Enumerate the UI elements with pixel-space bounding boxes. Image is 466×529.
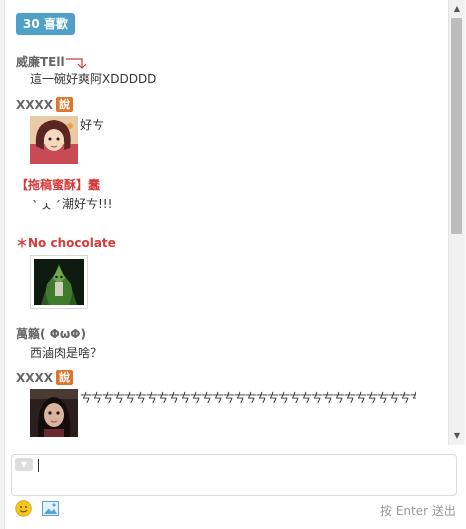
message-text: 潮好ㄘ!!! [62,197,113,211]
smiley-icon[interactable] [15,500,32,517]
image-icon[interactable] [42,501,59,516]
scrollbar[interactable]: ▲ ▼ [448,0,465,445]
send-hint: 按 Enter 送出 [380,504,456,518]
chevron-down-icon[interactable]: ▼ [15,458,33,471]
message-text: 西滷肉是啥？ [30,346,103,360]
scroll-down-icon[interactable]: ▼ [449,430,465,442]
image-thumbnail[interactable] [30,255,88,309]
reply-arrow-icon [66,58,87,69]
message-text: 這一碗好爽阿XDDDDD [30,72,157,86]
message-text: ㄘㄘㄘㄘㄘㄘㄘㄘㄘㄘㄘㄘㄘㄘㄘㄘㄘㄘㄘㄘㄘㄘㄘㄘㄘㄘㄘㄘㄘㄘㄘㄘㄘㄘㄘㄘㄘㄘㄘㄘ… [80,391,416,405]
message-author[interactable]: 威廉TEll [16,53,65,70]
message-author[interactable]: ＊No chocolate [16,234,116,251]
scroll-thumb[interactable] [451,18,462,234]
author-name[interactable]: XXXX [16,98,53,112]
author-name[interactable]: 【拖稿蜜酥】蠢 [16,178,100,192]
chat-panel: 30 喜歡 威廉TEll 這一碗好爽阿XDDDDD XXXX 說 好ㄘ 【拖稿蜜… [0,0,466,529]
say-tag: 說 [56,370,74,385]
cell-figure-image [34,259,84,305]
likes-badge[interactable]: 30 喜歡 [16,13,75,35]
message-author[interactable]: XXXX 說 [16,370,74,385]
text-caret [38,459,39,472]
message-text: 好ㄘ [80,118,105,132]
emoticon: `ㅅ´ [32,200,63,215]
author-name[interactable]: ＊No chocolate [16,236,116,250]
author-name[interactable]: 威廉TEll [16,55,65,69]
message-author[interactable]: 萬籟( ΦωΦ) [16,325,86,342]
sticker-image[interactable] [30,116,78,164]
author-name[interactable]: XXXX [16,371,53,385]
message-input[interactable]: ▼ [11,454,457,496]
message-list[interactable]: 30 喜歡 威廉TEll 這一碗好爽阿XDDDDD XXXX 說 好ㄘ 【拖稿蜜… [5,0,446,445]
scroll-up-icon[interactable]: ▲ [449,3,465,15]
message-author[interactable]: 【拖稿蜜酥】蠢 [16,176,100,193]
sticker-image[interactable] [30,389,78,437]
author-name[interactable]: 萬籟( ΦωΦ) [16,327,86,341]
say-tag: 說 [56,97,74,112]
message-author[interactable]: XXXX 說 [16,97,74,112]
